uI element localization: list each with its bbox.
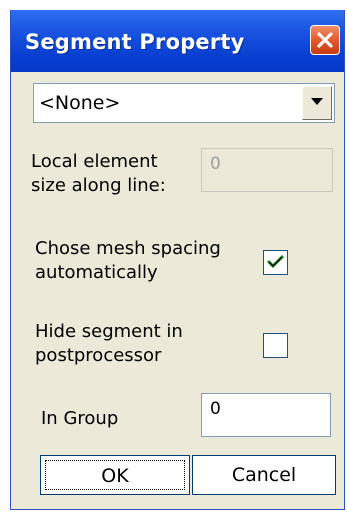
ok-button[interactable]: OK bbox=[40, 455, 190, 495]
title-bar[interactable]: Segment Property bbox=[11, 10, 344, 72]
segment-select-value: <None> bbox=[39, 92, 121, 114]
in-group-label: In Group bbox=[41, 408, 119, 429]
auto-spacing-checkbox[interactable] bbox=[263, 250, 288, 275]
close-button[interactable] bbox=[310, 25, 340, 55]
cancel-button[interactable]: Cancel bbox=[192, 455, 336, 495]
segment-select-dropdown-button[interactable] bbox=[302, 86, 332, 120]
local-element-size-label: Local element size along line: bbox=[31, 151, 166, 196]
close-icon bbox=[317, 32, 333, 48]
ok-button-label: OK bbox=[45, 460, 185, 490]
segment-property-dialog: Segment Property <None> Local element si… bbox=[10, 10, 345, 510]
chevron-down-icon bbox=[311, 98, 323, 105]
local-element-size-field[interactable]: 0 bbox=[201, 148, 333, 192]
hide-segment-checkbox[interactable] bbox=[263, 333, 288, 358]
checkmark-icon bbox=[266, 254, 285, 269]
segment-select[interactable]: <None> bbox=[33, 83, 335, 123]
in-group-field[interactable]: 0 bbox=[201, 393, 331, 437]
window-title: Segment Property bbox=[25, 30, 245, 54]
hide-segment-label: Hide segment in postprocessor bbox=[35, 321, 183, 366]
auto-spacing-label: Chose mesh spacing automatically bbox=[35, 238, 221, 283]
